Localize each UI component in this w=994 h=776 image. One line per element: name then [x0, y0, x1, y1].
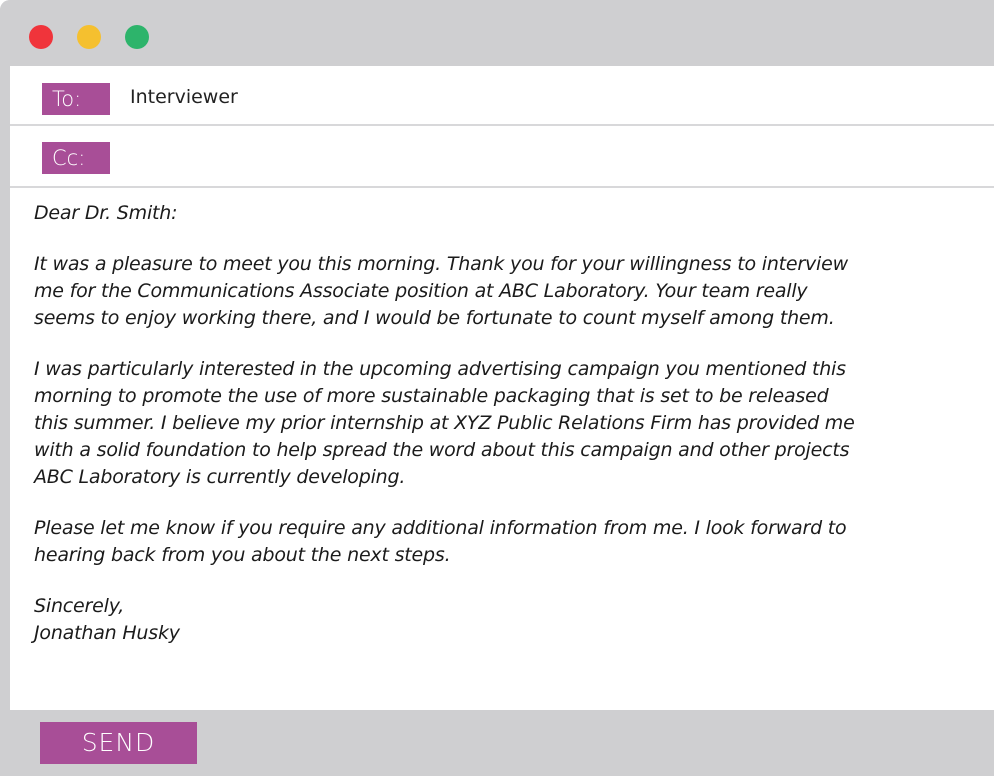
cc-label: Cc: [42, 142, 110, 174]
closing: Sincerely, [34, 595, 125, 617]
paragraph-2-line: with a solid foundation to help spread t… [34, 439, 850, 461]
message-body[interactable]: Dear Dr. Smith: It was a pleasure to mee… [34, 200, 984, 647]
minimize-window-button[interactable] [77, 25, 101, 49]
paragraph-3-line: hearing back from you about the next ste… [34, 544, 451, 566]
paragraph-2-line: this summer. I believe my prior internsh… [34, 412, 855, 434]
closing-block: Sincerely, Jonathan Husky [34, 593, 984, 647]
to-recipient[interactable]: Interviewer [130, 86, 238, 108]
paragraph-3: Please let me know if you require any ad… [34, 515, 984, 569]
paragraph-2: I was particularly interested in the upc… [34, 356, 984, 491]
compose-area: To: Interviewer Cc: Dear Dr. Smith: It w… [10, 66, 994, 710]
paragraph-1-line: seems to enjoy working there, and I woul… [34, 307, 835, 329]
footer-bar: SEND [0, 710, 994, 776]
to-label: To: [42, 83, 110, 115]
paragraph-2-line: morning to promote the use of more susta… [34, 385, 829, 407]
paragraph-2-line: I was particularly interested in the upc… [34, 358, 846, 380]
close-window-button[interactable] [29, 25, 53, 49]
maximize-window-button[interactable] [125, 25, 149, 49]
signature: Jonathan Husky [34, 622, 180, 644]
greeting: Dear Dr. Smith: [34, 202, 178, 224]
send-button[interactable]: SEND [40, 722, 197, 764]
paragraph-1-line: me for the Communications Associate posi… [34, 280, 808, 302]
paragraph-2-line: ABC Laboratory is currently developing. [34, 466, 406, 488]
paragraph-3-line: Please let me know if you require any ad… [34, 517, 847, 539]
to-field-row[interactable]: To: Interviewer [10, 66, 994, 126]
paragraph-1: It was a pleasure to meet you this morni… [34, 251, 984, 332]
paragraph-1-line: It was a pleasure to meet you this morni… [34, 253, 848, 275]
email-compose-window: To: Interviewer Cc: Dear Dr. Smith: It w… [0, 0, 994, 776]
title-bar [0, 0, 994, 66]
cc-field-row[interactable]: Cc: [10, 128, 994, 188]
